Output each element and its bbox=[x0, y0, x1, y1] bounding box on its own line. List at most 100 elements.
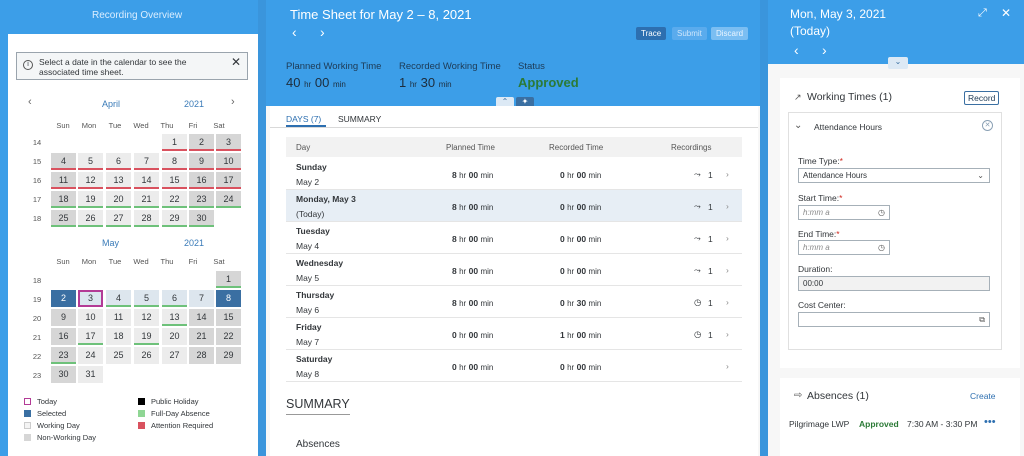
calendar-day[interactable]: 29 bbox=[216, 347, 241, 364]
expand-header-icon[interactable]: ⌄ bbox=[888, 57, 908, 69]
table-row[interactable]: Wednesday May 5 8 hr 00 min 0 hr 00 min … bbox=[286, 254, 742, 286]
calendar-day[interactable]: 16 bbox=[189, 172, 214, 189]
calendar-day[interactable]: 7 bbox=[134, 153, 159, 170]
clock-icon[interactable]: ◷ bbox=[878, 241, 885, 254]
calendar-day-selected[interactable]: 2 bbox=[51, 290, 76, 307]
calendar-day[interactable]: 28 bbox=[189, 347, 214, 364]
calendar-day[interactable]: 23 bbox=[189, 191, 214, 208]
end-time-input[interactable]: h:mm a ◷ bbox=[798, 240, 890, 255]
calendar-day[interactable]: 13 bbox=[162, 309, 187, 326]
calendar-day[interactable]: 8 bbox=[162, 153, 187, 170]
calendar-day[interactable]: 26 bbox=[134, 347, 159, 364]
calendar-day[interactable]: 14 bbox=[134, 172, 159, 189]
close-icon[interactable]: ✕ bbox=[1001, 6, 1011, 20]
calendar-day[interactable]: 24 bbox=[78, 347, 103, 364]
clock-icon[interactable]: ◷ bbox=[878, 206, 885, 219]
chevron-left-icon[interactable]: ‹ bbox=[794, 42, 799, 58]
record-button[interactable]: Record bbox=[964, 91, 1000, 105]
calendar-day[interactable]: 27 bbox=[162, 347, 187, 364]
calendar-day-today[interactable]: 3 bbox=[78, 290, 103, 307]
calendar-day[interactable]: 12 bbox=[78, 172, 103, 189]
discard-button[interactable]: Discard bbox=[711, 27, 749, 40]
fullscreen-icon[interactable]: ⤢ bbox=[978, 7, 987, 20]
table-row[interactable]: Tuesday May 4 8 hr 00 min 0 hr 00 min ⤳ … bbox=[286, 222, 742, 254]
trace-button[interactable]: Trace bbox=[636, 27, 667, 40]
calendar-day[interactable]: 2 bbox=[189, 134, 214, 151]
submit-button[interactable]: Submit bbox=[672, 27, 707, 40]
calendar-day[interactable]: 4 bbox=[51, 153, 76, 170]
calendar-day[interactable]: 21 bbox=[189, 328, 214, 345]
calendar-day[interactable]: 1 bbox=[162, 134, 187, 151]
calendar-day[interactable]: 16 bbox=[51, 328, 76, 345]
table-row-selected[interactable]: Monday, May 3 (Today) 8 hr 00 min 0 hr 0… bbox=[286, 190, 742, 222]
calendar-day[interactable]: 29 bbox=[162, 210, 187, 227]
calendar-day[interactable]: 22 bbox=[216, 328, 241, 345]
calendar-day[interactable]: 28 bbox=[134, 210, 159, 227]
calendar-day[interactable]: 18 bbox=[106, 328, 131, 345]
chevron-right-icon[interactable]: › bbox=[822, 42, 827, 58]
close-icon[interactable]: ✕ bbox=[231, 56, 241, 68]
calendar-day-selected[interactable]: 8 bbox=[216, 290, 241, 307]
calendar-day[interactable]: 13 bbox=[106, 172, 131, 189]
more-icon[interactable]: ••• bbox=[984, 416, 996, 428]
may-year[interactable]: 2021 bbox=[184, 238, 204, 248]
calendar-day[interactable]: 3 bbox=[216, 134, 241, 151]
tab-days[interactable]: DAYS (7) bbox=[286, 114, 321, 124]
calendar-day[interactable]: 18 bbox=[51, 191, 76, 208]
calendar-day[interactable]: 27 bbox=[106, 210, 131, 227]
may-month[interactable]: May bbox=[102, 238, 119, 248]
april-month[interactable]: April bbox=[102, 99, 120, 109]
chevron-right-icon[interactable]: › bbox=[231, 96, 235, 108]
left-divider[interactable] bbox=[258, 0, 266, 456]
calendar-day[interactable]: 26 bbox=[78, 210, 103, 227]
calendar-day[interactable]: 21 bbox=[134, 191, 159, 208]
create-link[interactable]: Create bbox=[970, 391, 996, 401]
calendar-day[interactable]: 19 bbox=[134, 328, 159, 345]
time-type-select[interactable]: Attendance Hours ⌄ bbox=[798, 168, 990, 183]
chevron-right-icon[interactable]: › bbox=[320, 24, 325, 40]
right-divider[interactable] bbox=[760, 0, 768, 456]
chevron-down-icon[interactable]: ⌄ bbox=[794, 120, 802, 131]
calendar-day[interactable]: 14 bbox=[189, 309, 214, 326]
calendar-day[interactable]: 10 bbox=[78, 309, 103, 326]
table-row[interactable]: Thursday May 6 8 hr 00 min 0 hr 30 min ◷… bbox=[286, 286, 742, 318]
calendar-day[interactable]: 15 bbox=[162, 172, 187, 189]
calendar-day[interactable]: 20 bbox=[162, 328, 187, 345]
calendar-day[interactable]: 20 bbox=[106, 191, 131, 208]
calendar-day[interactable]: 5 bbox=[134, 290, 159, 307]
calendar-day[interactable]: 9 bbox=[51, 309, 76, 326]
value-help-icon[interactable]: ⧉ bbox=[979, 313, 985, 326]
calendar-day[interactable]: 25 bbox=[51, 210, 76, 227]
calendar-day[interactable]: 15 bbox=[216, 309, 241, 326]
calendar-day[interactable]: 17 bbox=[78, 328, 103, 345]
calendar-day[interactable]: 17 bbox=[216, 172, 241, 189]
calendar-day[interactable]: 11 bbox=[106, 309, 131, 326]
chevron-left-icon[interactable]: ‹ bbox=[292, 24, 297, 40]
calendar-day[interactable]: 9 bbox=[189, 153, 214, 170]
calendar-day[interactable]: 30 bbox=[189, 210, 214, 227]
calendar-day[interactable]: 30 bbox=[51, 366, 76, 383]
calendar-day[interactable]: 4 bbox=[106, 290, 131, 307]
start-time-input[interactable]: h:mm a ◷ bbox=[798, 205, 890, 220]
calendar-day[interactable]: 6 bbox=[106, 153, 131, 170]
calendar-day[interactable]: 19 bbox=[78, 191, 103, 208]
calendar-day[interactable]: 1 bbox=[216, 271, 241, 288]
cost-center-input[interactable]: ⧉ bbox=[798, 312, 990, 327]
tab-summary[interactable]: SUMMARY bbox=[338, 114, 381, 124]
chevron-left-icon[interactable]: ‹ bbox=[28, 96, 32, 108]
calendar-day[interactable]: 25 bbox=[106, 347, 131, 364]
calendar-day[interactable]: 11 bbox=[51, 172, 76, 189]
table-row[interactable]: Sunday May 2 8 hr 00 min 0 hr 00 min ⤳ 1… bbox=[286, 158, 742, 190]
calendar-day[interactable]: 22 bbox=[162, 191, 187, 208]
calendar-day[interactable]: 31 bbox=[78, 366, 103, 383]
calendar-day[interactable]: 23 bbox=[51, 347, 76, 364]
calendar-day[interactable]: 5 bbox=[78, 153, 103, 170]
calendar-day[interactable]: 12 bbox=[134, 309, 159, 326]
calendar-day[interactable]: 10 bbox=[216, 153, 241, 170]
remove-icon[interactable]: ✕ bbox=[982, 120, 993, 131]
table-row[interactable]: Saturday May 8 0 hr 00 min 0 hr 00 min › bbox=[286, 350, 742, 382]
table-row[interactable]: Friday May 7 0 hr 00 min 1 hr 00 min ◷ 1… bbox=[286, 318, 742, 350]
calendar-day[interactable]: 6 bbox=[162, 290, 187, 307]
calendar-day[interactable]: 7 bbox=[189, 290, 214, 307]
april-year[interactable]: 2021 bbox=[184, 99, 204, 109]
